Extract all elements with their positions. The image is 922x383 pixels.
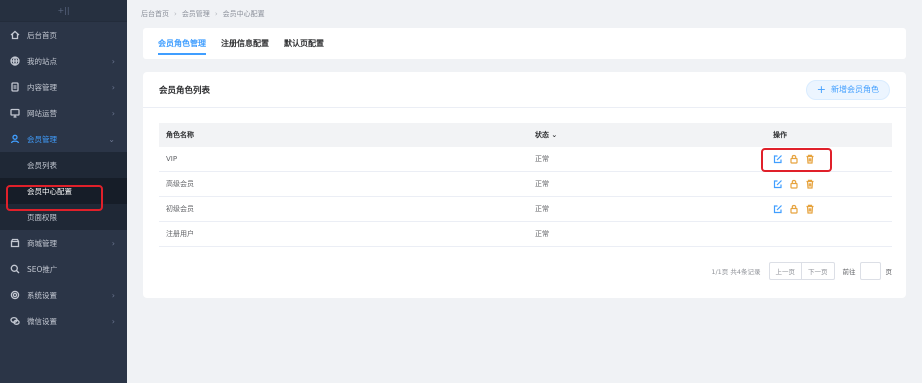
card-title: 会员角色列表 <box>159 85 211 96</box>
role-status-cell: 正常 <box>535 155 549 163</box>
monitor-icon <box>9 108 20 119</box>
column-header-name: 角色名称 <box>166 131 194 139</box>
breadcrumb-separator: › <box>214 9 218 18</box>
chevron-right-icon: › <box>111 291 115 300</box>
sidebar-item-my-site[interactable]: 我的站点 › <box>0 48 127 74</box>
edit-icon[interactable] <box>773 179 783 189</box>
edit-icon[interactable] <box>773 204 783 214</box>
lock-icon[interactable] <box>789 204 799 214</box>
sidebar-item-label: 系统设置 <box>27 290 57 300</box>
user-icon <box>9 134 20 145</box>
breadcrumb-item: 会员中心配置 <box>222 9 265 18</box>
highlight-box <box>6 185 103 211</box>
lock-icon[interactable] <box>789 179 799 189</box>
home-icon <box>9 30 20 41</box>
next-page-button[interactable]: 下一页 <box>802 262 835 280</box>
sidebar-item-content[interactable]: 内容管理 › <box>0 74 127 100</box>
role-name-cell: 高级会员 <box>166 180 194 188</box>
table-row: 注册用户 正常 <box>159 222 892 247</box>
sidebar-item-members[interactable]: 会员管理 ⌄ <box>0 126 127 152</box>
role-name-cell: 注册用户 <box>166 230 194 238</box>
role-status-cell: 正常 <box>535 205 549 213</box>
card-header: 会员角色列表 + 新增会员角色 <box>143 72 906 108</box>
role-list-card: 会员角色列表 + 新增会员角色 角色名称 状态 ⌄ 操作 VIP 正常 高级会员… <box>143 72 906 298</box>
highlight-box <box>761 148 832 172</box>
pagination-info: 1/1页 共4条记录 <box>711 268 761 276</box>
tab-bar: 会员角色管理 注册信息配置 默认页配置 <box>143 28 906 59</box>
actions-cell <box>773 204 892 214</box>
tab-registration-config[interactable]: 注册信息配置 <box>221 28 269 59</box>
chevron-right-icon: › <box>111 57 115 66</box>
sidebar-item-operation[interactable]: 网站运营 › <box>0 100 127 126</box>
sidebar-item-label: 商城管理 <box>27 238 57 248</box>
goto-page-input[interactable] <box>859 262 881 280</box>
sidebar: +|| 后台首页 我的站点 › 内容管理 › 网站运营 › 会员管理 ⌄ 会员列… <box>0 0 127 383</box>
add-role-button[interactable]: + 新增会员角色 <box>805 79 890 100</box>
plus-icon: + <box>816 83 826 96</box>
page-unit-label: 页 <box>885 268 893 276</box>
role-name-cell: VIP <box>166 155 178 163</box>
sidebar-collapse-toggle[interactable]: +|| <box>0 0 127 22</box>
sidebar-item-label: 内容管理 <box>27 82 57 92</box>
table-header: 角色名称 状态 ⌄ 操作 <box>159 123 892 147</box>
actions-cell <box>773 179 892 189</box>
sidebar-subitem-member-list[interactable]: 会员列表 <box>0 152 127 178</box>
column-header-status-label: 状态 <box>535 131 549 139</box>
column-header-status[interactable]: 状态 ⌄ <box>528 130 773 140</box>
sidebar-item-system[interactable]: 系统设置 › <box>0 282 127 308</box>
sidebar-item-label: 微信设置 <box>27 316 57 326</box>
table-row: 高级会员 正常 <box>159 172 892 197</box>
breadcrumb-item[interactable]: 后台首页 <box>141 9 169 19</box>
column-header-actions: 操作 <box>773 131 787 139</box>
tab-member-roles[interactable]: 会员角色管理 <box>158 28 206 59</box>
sidebar-item-home[interactable]: 后台首页 <box>0 22 127 48</box>
breadcrumb: 后台首页 › 会员管理 › 会员中心配置 <box>127 0 922 27</box>
chat-icon <box>9 316 20 327</box>
role-status-cell: 正常 <box>535 180 549 188</box>
role-table: 角色名称 状态 ⌄ 操作 VIP 正常 高级会员 正常 初级会员 正常 注册用户… <box>159 123 892 247</box>
chevron-right-icon: › <box>111 317 115 326</box>
chevron-down-icon: ⌄ <box>549 131 558 139</box>
trash-icon[interactable] <box>805 179 815 189</box>
search-icon <box>9 264 20 275</box>
trash-icon[interactable] <box>805 204 815 214</box>
breadcrumb-separator: › <box>174 9 177 18</box>
main-content: 后台首页 › 会员管理 › 会员中心配置 会员角色管理 注册信息配置 默认页配置… <box>127 0 922 383</box>
role-status-cell: 正常 <box>535 230 549 238</box>
role-name-cell: 初级会员 <box>166 205 194 213</box>
sidebar-item-seo[interactable]: SEO推广 <box>0 256 127 282</box>
store-icon <box>9 238 20 249</box>
globe-icon <box>9 56 20 67</box>
sidebar-item-wechat[interactable]: 微信设置 › <box>0 308 127 334</box>
add-role-button-label: 新增会员角色 <box>831 85 879 94</box>
chevron-right-icon: › <box>111 239 115 248</box>
table-row: 初级会员 正常 <box>159 197 892 222</box>
sidebar-item-label: 后台首页 <box>27 30 57 40</box>
sidebar-item-label: 网站运营 <box>27 108 57 118</box>
chevron-right-icon: › <box>111 109 115 118</box>
chevron-right-icon: › <box>111 83 115 92</box>
sidebar-item-label: SEO推广 <box>27 264 58 274</box>
chevron-down-icon: ⌄ <box>108 135 115 144</box>
breadcrumb-item[interactable]: 会员管理 <box>182 9 210 19</box>
gear-icon <box>9 290 20 301</box>
pagination: 1/1页 共4条记录 上一页 下一页 前往 页 <box>711 262 892 280</box>
sidebar-item-store[interactable]: 商城管理 › <box>0 230 127 256</box>
goto-label: 前往 <box>842 268 856 276</box>
tab-default-page-config[interactable]: 默认页配置 <box>284 28 324 59</box>
sidebar-item-label: 会员管理 <box>27 134 57 144</box>
sidebar-item-label: 我的站点 <box>27 56 57 66</box>
document-icon <box>9 82 20 93</box>
prev-page-button[interactable]: 上一页 <box>768 262 802 280</box>
